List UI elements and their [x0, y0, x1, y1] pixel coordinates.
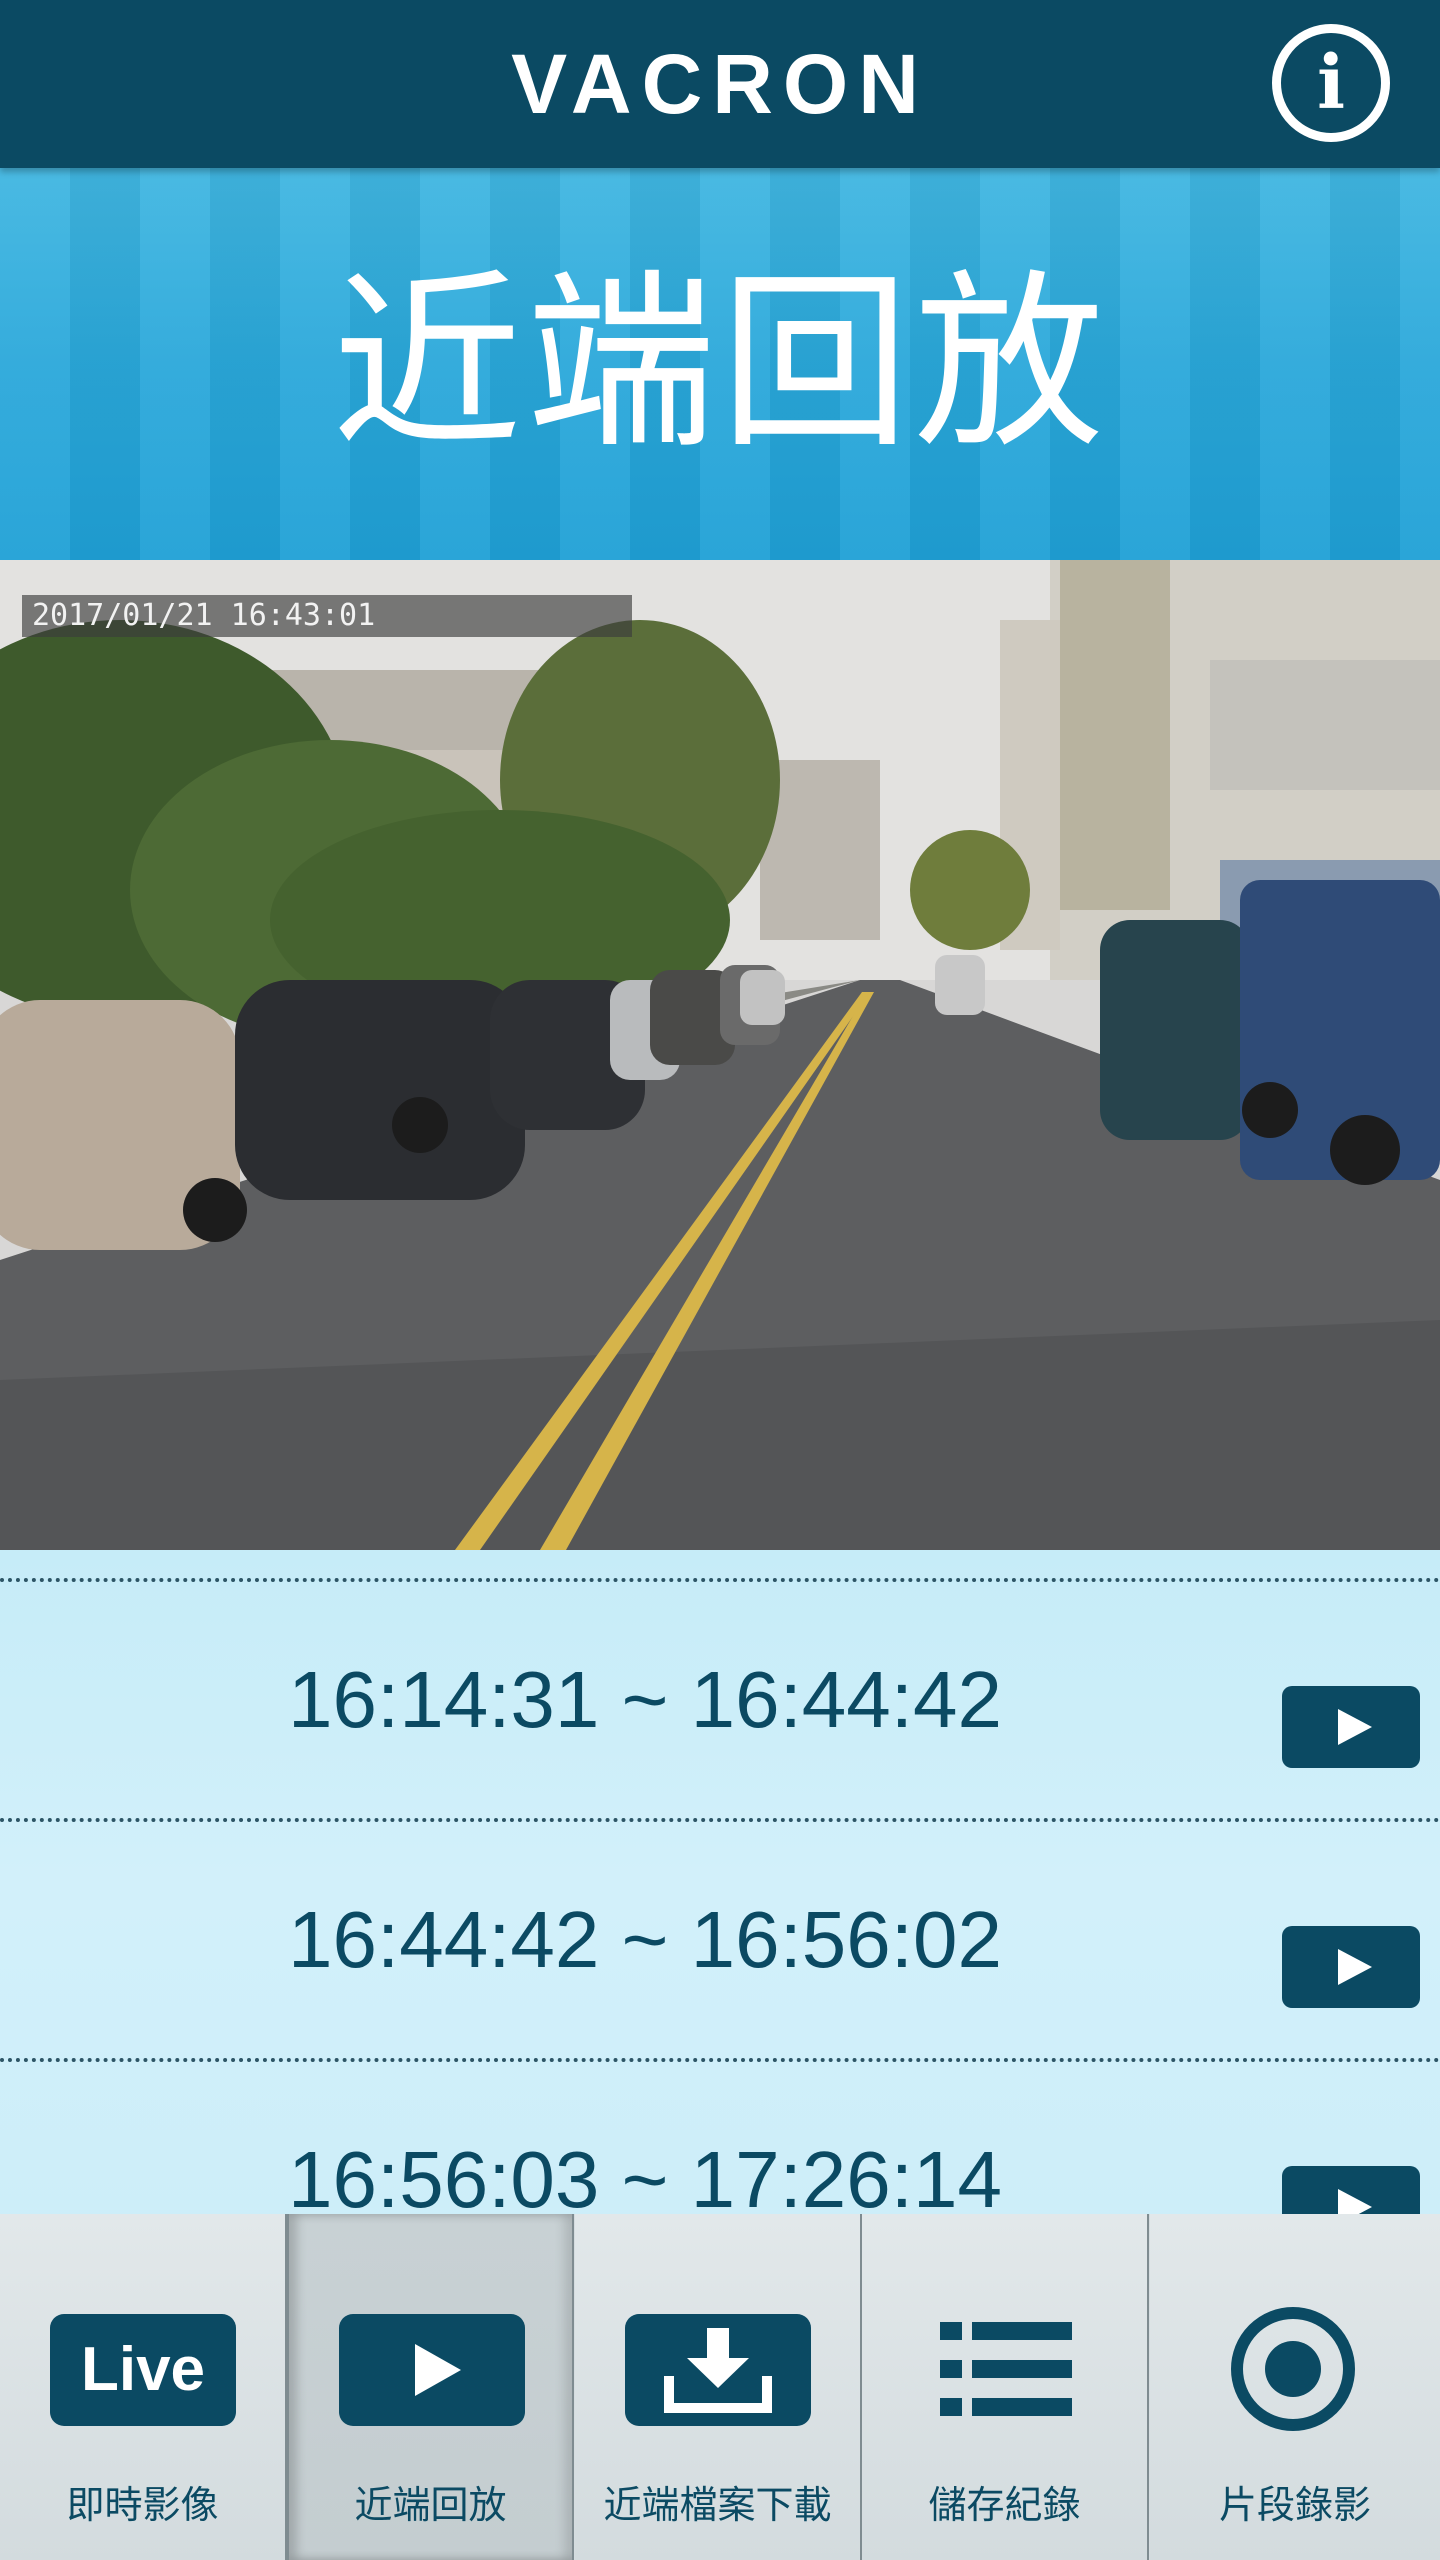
- info-button[interactable]: i: [1272, 24, 1390, 142]
- app-header: VACRON i: [0, 0, 1440, 168]
- nav-item-playback[interactable]: 近端回放: [287, 2214, 574, 2560]
- list-item[interactable]: 16:44:42 ~ 16:56:02: [0, 1818, 1440, 2058]
- nav-label: 近端檔案下載: [603, 2483, 832, 2527]
- nav-label: 儲存紀錄: [928, 2483, 1081, 2527]
- time-range: 16:14:31 ~ 16:44:42: [288, 1655, 1002, 1744]
- video-frame: [0, 560, 1440, 1550]
- list-item[interactable]: 16:56:03 ~ 17:26:14: [0, 2058, 1440, 2215]
- play-icon: [1338, 2189, 1372, 2215]
- page-title: 近端回放: [331, 253, 1108, 474]
- list-icon: [912, 2304, 1098, 2434]
- time-range: 16:56:03 ~ 17:26:14: [288, 2135, 1002, 2215]
- nav-label: 片段錄影: [1218, 2483, 1371, 2527]
- download-icon: [625, 2314, 811, 2426]
- time-range: 16:44:42 ~ 16:56:02: [288, 1895, 1002, 1984]
- playback-list: 16:14:31 ~ 16:44:42 16:44:42 ~ 16:56:02 …: [0, 1550, 1440, 2215]
- nav-item-records[interactable]: 儲存紀錄: [862, 2214, 1149, 2560]
- play-button[interactable]: [1282, 1686, 1420, 1768]
- play-icon: [1338, 1709, 1372, 1745]
- nav-label: 近端回放: [354, 2483, 507, 2527]
- live-icon: Live: [50, 2314, 236, 2426]
- video-player[interactable]: 2017/01/21 16:43:01: [0, 560, 1440, 1550]
- play-icon: [339, 2314, 525, 2426]
- nav-item-live[interactable]: Live 即時影像: [0, 2214, 287, 2560]
- bottom-nav: Live 即時影像 近端回放 近端檔案下載 儲存紀錄 片段錄影: [0, 2214, 1440, 2560]
- info-icon: i: [1316, 40, 1346, 126]
- nav-item-download[interactable]: 近端檔案下載: [575, 2214, 862, 2560]
- list-item[interactable]: 16:14:31 ~ 16:44:42: [0, 1578, 1440, 1818]
- play-button[interactable]: [1282, 2166, 1420, 2215]
- nav-label: 即時影像: [66, 2483, 219, 2527]
- live-icon-text: Live: [80, 2335, 206, 2404]
- record-icon: [1200, 2304, 1386, 2434]
- vacron-logo: VACRON: [511, 37, 929, 131]
- nav-item-record[interactable]: 片段錄影: [1150, 2214, 1440, 2560]
- play-button[interactable]: [1282, 1926, 1420, 2008]
- page-banner: 近端回放: [0, 168, 1440, 560]
- play-icon: [1338, 1949, 1372, 1985]
- video-timestamp: 2017/01/21 16:43:01: [22, 595, 632, 637]
